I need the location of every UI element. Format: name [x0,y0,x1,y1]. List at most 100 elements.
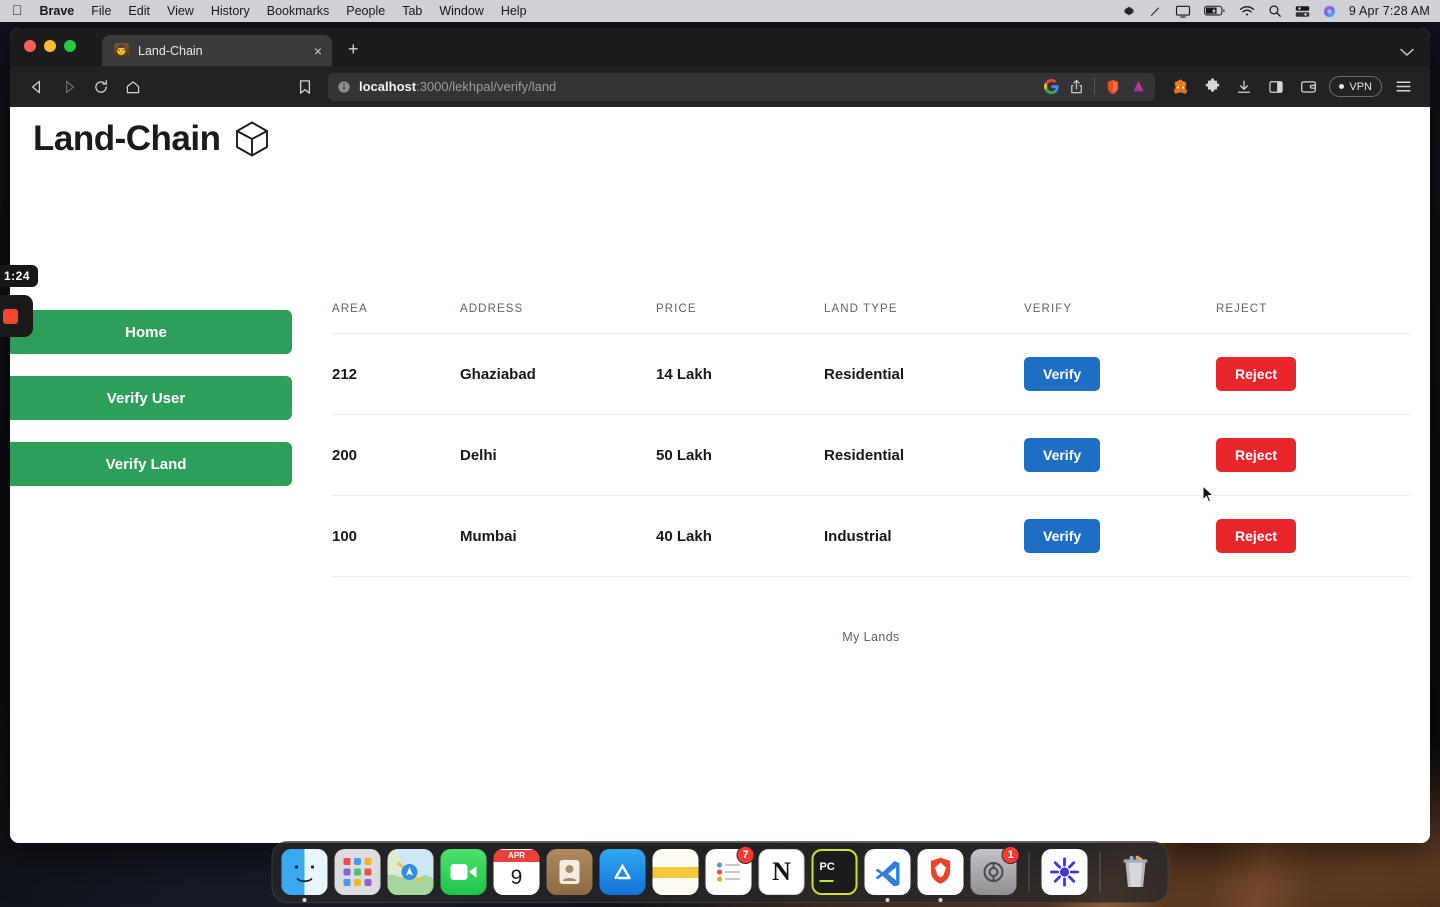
browser-tab-land-chain[interactable]: 👨 Land-Chain × [102,35,332,66]
siri-icon[interactable] [1323,5,1336,18]
sidebar-icon[interactable] [1261,73,1291,101]
sidebar-item-home[interactable]: Home [10,310,292,354]
contacts-icon [546,849,593,895]
search-icon[interactable] [1268,4,1282,18]
cell-address: Mumbai [460,527,517,545]
info-circle-icon[interactable] [337,80,351,94]
dock-item-calendar[interactable]: APR 9 [493,849,540,895]
reminders-badge-count: 7 [736,846,755,864]
menu-item-view[interactable]: View [167,4,194,18]
menu-item-people[interactable]: People [346,4,385,18]
verify-button[interactable]: Verify [1024,519,1101,553]
maps-icon [387,849,434,895]
bookmark-icon[interactable] [290,73,320,101]
reject-button[interactable]: Reject [1216,357,1297,391]
browser-toolbar: localhost:3000/lekhpal/verify/land VPN [10,66,1430,107]
dock-item-vs-code[interactable] [864,849,911,902]
forward-arrow-icon[interactable] [54,73,84,101]
menu-item-tab[interactable]: Tab [402,4,422,18]
dock-item-app-starburst[interactable] [1041,849,1088,895]
vpn-button[interactable]: VPN [1329,76,1382,97]
brave-shield-icon[interactable] [1106,79,1120,95]
menu-item-help[interactable]: Help [501,4,527,18]
dock-item-app-store[interactable] [599,849,646,895]
back-arrow-icon[interactable] [22,73,52,101]
display-icon[interactable] [1175,5,1191,18]
dock-item-facetime[interactable] [440,849,487,895]
battery-charging-icon[interactable] [1203,5,1226,17]
menu-item-brave[interactable]: Brave [40,4,75,18]
cell-area: 100 [332,527,358,545]
address-bar[interactable]: localhost:3000/lekhpal/verify/land [328,72,1156,101]
cell-address: Delhi [460,446,497,464]
omnibox-url: localhost:3000/lekhpal/verify/land [359,79,556,94]
menubar-clock[interactable]: 9 Apr 7:28 AM [1349,4,1430,18]
reject-button[interactable]: Reject [1216,519,1297,553]
reload-icon[interactable] [86,73,116,101]
scissors-icon[interactable] [1149,5,1162,18]
dock-item-contacts[interactable] [546,849,593,895]
apple-logo-icon[interactable]:  [12,3,23,17]
menu-item-file[interactable]: File [91,4,111,18]
menu-item-bookmarks[interactable]: Bookmarks [267,4,330,18]
cell-verify: Verify [1024,334,1216,415]
share-icon[interactable] [1070,79,1083,94]
dock-item-trash[interactable] [1113,849,1159,895]
downloads-icon[interactable] [1229,73,1259,101]
dock-item-finder[interactable] [281,849,328,902]
close-window-button[interactable] [24,40,36,52]
app-store-icon [599,849,646,895]
pycharm-icon: PC [811,849,858,895]
extensions-puzzle-icon[interactable] [1197,73,1227,101]
dock-item-reminders[interactable]: 7 [705,846,755,895]
table-caption: My Lands [842,630,900,644]
new-tab-button[interactable]: + [348,40,359,58]
recording-timer: 1:24 [0,265,39,287]
control-center-icon[interactable] [1295,5,1310,18]
metamask-fox-icon[interactable] [1165,73,1195,101]
google-icon[interactable] [1044,79,1060,94]
sidebar-item-verify-user[interactable]: Verify User [10,376,292,420]
column-header-verify: VERIFY [1024,303,1073,315]
verify-button[interactable]: Verify [1024,438,1101,472]
hamburger-menu-icon[interactable] [1388,73,1418,101]
dock-item-brave[interactable] [917,849,964,902]
verify-button[interactable]: Verify [1024,357,1101,391]
table-row: 100 Mumbai 40 Lakh Industrial Verify Rej… [332,495,1410,577]
minimize-window-button[interactable] [44,40,56,52]
reject-button[interactable]: Reject [1216,438,1297,472]
cell-price: 50 Lakh [656,446,712,464]
cell-reject: Reject [1216,496,1410,577]
recording-stop-button[interactable] [0,295,33,337]
dock-item-notion[interactable]: N [758,849,805,895]
leo-ai-icon[interactable] [1131,79,1146,94]
home-icon[interactable] [118,73,148,101]
chevron-down-icon[interactable] [1400,48,1414,57]
macos-dock: APR 9 7 N PC 1 [271,841,1169,903]
notes-icon [652,849,699,895]
dock-item-pycharm[interactable]: PC [811,849,858,895]
sidebar-item-verify-land[interactable]: Verify Land [10,442,292,486]
gear-icon[interactable] [1122,4,1136,18]
web-page-content: Land-Chain Home Verify User Verify Land … [10,107,1430,843]
cell-area: 200 [332,446,358,464]
dock-item-system-settings[interactable]: 1 [970,846,1020,895]
menu-item-history[interactable]: History [211,4,250,18]
cell-price: 14 Lakh [656,365,712,383]
dock-item-notes[interactable] [652,849,699,895]
menu-item-window[interactable]: Window [439,4,483,18]
maximize-window-button[interactable] [64,40,76,52]
dock-item-maps[interactable] [387,849,434,895]
dock-divider [1099,852,1101,892]
wallet-icon[interactable] [1293,73,1323,101]
starburst-icon [1041,849,1088,895]
notion-icon: N [758,849,805,895]
lands-table: AREA ADDRESS PRICE LAND TYPE VERIFY REJE… [332,303,1410,577]
menu-item-edit[interactable]: Edit [128,4,150,18]
system-settings-badge-count: 1 [1001,846,1020,864]
column-header-area: AREA [332,303,368,315]
dock-item-launchpad[interactable] [334,849,381,895]
calendar-icon: APR 9 [493,849,540,895]
close-icon[interactable]: × [314,44,322,58]
wifi-icon[interactable] [1239,5,1255,17]
